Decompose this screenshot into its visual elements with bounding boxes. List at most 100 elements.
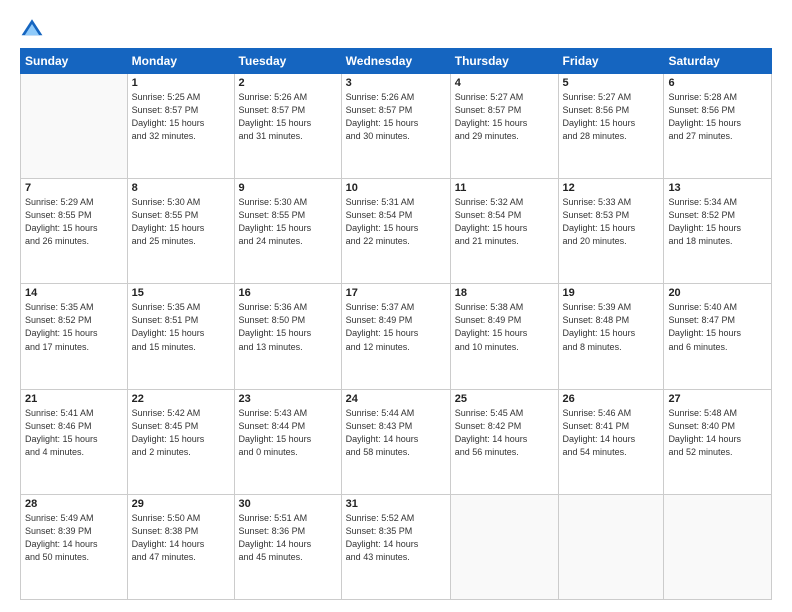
day-number: 16: [239, 287, 337, 299]
day-info: Sunrise: 5:45 AMSunset: 8:42 PMDaylight:…: [455, 407, 554, 459]
calendar-cell: 22 Sunrise: 5:42 AMSunset: 8:45 PMDayligh…: [127, 389, 234, 494]
calendar-cell: 26 Sunrise: 5:46 AMSunset: 8:41 PMDayligh…: [558, 389, 664, 494]
calendar-cell: 9 Sunrise: 5:30 AMSunset: 8:55 PMDaylight…: [234, 179, 341, 284]
calendar-cell: 3 Sunrise: 5:26 AMSunset: 8:57 PMDaylight…: [341, 74, 450, 179]
day-number: 15: [132, 287, 230, 299]
day-info: Sunrise: 5:26 AMSunset: 8:57 PMDaylight:…: [346, 91, 446, 143]
weekday-header: Monday: [127, 49, 234, 74]
calendar-cell: 12 Sunrise: 5:33 AMSunset: 8:53 PMDayligh…: [558, 179, 664, 284]
calendar-cell: [450, 494, 558, 599]
calendar-cell: 30Sunrise: 5:51 AMSunset: 8:36 PMDayligh…: [234, 494, 341, 599]
calendar-cell: 20Sunrise: 5:40 AMSunset: 8:47 PMDayligh…: [664, 284, 772, 389]
weekday-header: Sunday: [21, 49, 128, 74]
day-info: Sunrise: 5:31 AMSunset: 8:54 PMDaylight:…: [346, 196, 446, 248]
calendar-cell: 19 Sunrise: 5:39 AMSunset: 8:48 PMDayligh…: [558, 284, 664, 389]
day-info: Sunrise: 5:49 AMSunset: 8:39 PMDaylight:…: [25, 512, 123, 564]
page: SundayMondayTuesdayWednesdayThursdayFrid…: [0, 0, 792, 612]
calendar-week-row: 7Sunrise: 5:29 AMSunset: 8:55 PMDaylight…: [21, 179, 772, 284]
calendar-cell: 18 Sunrise: 5:38 AMSunset: 8:49 PMDayligh…: [450, 284, 558, 389]
day-number: 17: [346, 287, 446, 299]
day-number: 12: [563, 182, 660, 194]
day-info: Sunrise: 5:46 AMSunset: 8:41 PMDaylight:…: [563, 407, 660, 459]
calendar-cell: 1Sunrise: 5:25 AMSunset: 8:57 PMDaylight…: [127, 74, 234, 179]
day-number: 5: [563, 77, 660, 89]
day-info: Sunrise: 5:32 AMSunset: 8:54 PMDaylight:…: [455, 196, 554, 248]
day-info: Sunrise: 5:34 AMSunset: 8:52 PMDaylight:…: [668, 196, 767, 248]
calendar-header-row: SundayMondayTuesdayWednesdayThursdayFrid…: [21, 49, 772, 74]
day-info: Sunrise: 5:50 AMSunset: 8:38 PMDaylight:…: [132, 512, 230, 564]
day-number: 19: [563, 287, 660, 299]
day-info: Sunrise: 5:27 AMSunset: 8:57 PMDaylight:…: [455, 91, 554, 143]
day-info: Sunrise: 5:29 AMSunset: 8:55 PMDaylight:…: [25, 196, 123, 248]
calendar-cell: 11Sunrise: 5:32 AMSunset: 8:54 PMDayligh…: [450, 179, 558, 284]
weekday-header: Thursday: [450, 49, 558, 74]
day-number: 13: [668, 182, 767, 194]
day-info: Sunrise: 5:35 AMSunset: 8:52 PMDaylight:…: [25, 301, 123, 353]
calendar-week-row: 21 Sunrise: 5:41 AMSunset: 8:46 PMDayligh…: [21, 389, 772, 494]
day-number: 6: [668, 77, 767, 89]
calendar-cell: 8Sunrise: 5:30 AMSunset: 8:55 PMDaylight…: [127, 179, 234, 284]
logo: [20, 16, 48, 40]
calendar-body: 1Sunrise: 5:25 AMSunset: 8:57 PMDaylight…: [21, 74, 772, 600]
day-number: 23: [239, 393, 337, 405]
day-number: 2: [239, 77, 337, 89]
calendar-cell: [664, 494, 772, 599]
day-info: Sunrise: 5:52 AMSunset: 8:35 PMDaylight:…: [346, 512, 446, 564]
calendar-week-row: 28 Sunrise: 5:49 AMSunset: 8:39 PMDayligh…: [21, 494, 772, 599]
calendar-cell: 6Sunrise: 5:28 AMSunset: 8:56 PMDaylight…: [664, 74, 772, 179]
calendar-table: SundayMondayTuesdayWednesdayThursdayFrid…: [20, 48, 772, 600]
day-info: Sunrise: 5:35 AMSunset: 8:51 PMDaylight:…: [132, 301, 230, 353]
day-info: Sunrise: 5:33 AMSunset: 8:53 PMDaylight:…: [563, 196, 660, 248]
day-number: 9: [239, 182, 337, 194]
day-number: 31: [346, 498, 446, 510]
day-info: Sunrise: 5:36 AMSunset: 8:50 PMDaylight:…: [239, 301, 337, 353]
logo-icon: [20, 16, 44, 40]
calendar-week-row: 1Sunrise: 5:25 AMSunset: 8:57 PMDaylight…: [21, 74, 772, 179]
calendar-cell: [558, 494, 664, 599]
calendar-cell: 25Sunrise: 5:45 AMSunset: 8:42 PMDayligh…: [450, 389, 558, 494]
day-number: 27: [668, 393, 767, 405]
calendar-cell: 23 Sunrise: 5:43 AMSunset: 8:44 PMDayligh…: [234, 389, 341, 494]
calendar-cell: 10 Sunrise: 5:31 AMSunset: 8:54 PMDayligh…: [341, 179, 450, 284]
day-number: 21: [25, 393, 123, 405]
day-info: Sunrise: 5:38 AMSunset: 8:49 PMDaylight:…: [455, 301, 554, 353]
day-number: 10: [346, 182, 446, 194]
day-number: 18: [455, 287, 554, 299]
day-number: 28: [25, 498, 123, 510]
day-info: Sunrise: 5:37 AMSunset: 8:49 PMDaylight:…: [346, 301, 446, 353]
day-info: Sunrise: 5:39 AMSunset: 8:48 PMDaylight:…: [563, 301, 660, 353]
day-number: 22: [132, 393, 230, 405]
day-info: Sunrise: 5:40 AMSunset: 8:47 PMDaylight:…: [668, 301, 767, 353]
calendar-cell: 13 Sunrise: 5:34 AMSunset: 8:52 PMDayligh…: [664, 179, 772, 284]
day-info: Sunrise: 5:43 AMSunset: 8:44 PMDaylight:…: [239, 407, 337, 459]
calendar-cell: [21, 74, 128, 179]
day-info: Sunrise: 5:51 AMSunset: 8:36 PMDaylight:…: [239, 512, 337, 564]
weekday-header: Friday: [558, 49, 664, 74]
weekday-header: Tuesday: [234, 49, 341, 74]
calendar-cell: 4 Sunrise: 5:27 AMSunset: 8:57 PMDaylight…: [450, 74, 558, 179]
weekday-header: Saturday: [664, 49, 772, 74]
day-number: 1: [132, 77, 230, 89]
calendar-cell: 17 Sunrise: 5:37 AMSunset: 8:49 PMDayligh…: [341, 284, 450, 389]
calendar-cell: 28 Sunrise: 5:49 AMSunset: 8:39 PMDayligh…: [21, 494, 128, 599]
day-info: Sunrise: 5:30 AMSunset: 8:55 PMDaylight:…: [239, 196, 337, 248]
calendar-cell: 5 Sunrise: 5:27 AMSunset: 8:56 PMDaylight…: [558, 74, 664, 179]
day-number: 26: [563, 393, 660, 405]
day-number: 29: [132, 498, 230, 510]
day-info: Sunrise: 5:30 AMSunset: 8:55 PMDaylight:…: [132, 196, 230, 248]
calendar-cell: 21 Sunrise: 5:41 AMSunset: 8:46 PMDayligh…: [21, 389, 128, 494]
calendar-cell: 27Sunrise: 5:48 AMSunset: 8:40 PMDayligh…: [664, 389, 772, 494]
day-info: Sunrise: 5:26 AMSunset: 8:57 PMDaylight:…: [239, 91, 337, 143]
day-number: 3: [346, 77, 446, 89]
calendar-cell: 29 Sunrise: 5:50 AMSunset: 8:38 PMDayligh…: [127, 494, 234, 599]
calendar-cell: 2 Sunrise: 5:26 AMSunset: 8:57 PMDaylight…: [234, 74, 341, 179]
calendar-cell: 15 Sunrise: 5:35 AMSunset: 8:51 PMDayligh…: [127, 284, 234, 389]
day-info: Sunrise: 5:27 AMSunset: 8:56 PMDaylight:…: [563, 91, 660, 143]
day-info: Sunrise: 5:42 AMSunset: 8:45 PMDaylight:…: [132, 407, 230, 459]
weekday-header: Wednesday: [341, 49, 450, 74]
day-number: 4: [455, 77, 554, 89]
calendar-cell: 24Sunrise: 5:44 AMSunset: 8:43 PMDayligh…: [341, 389, 450, 494]
day-info: Sunrise: 5:41 AMSunset: 8:46 PMDaylight:…: [25, 407, 123, 459]
calendar-cell: 16 Sunrise: 5:36 AMSunset: 8:50 PMDayligh…: [234, 284, 341, 389]
day-number: 14: [25, 287, 123, 299]
